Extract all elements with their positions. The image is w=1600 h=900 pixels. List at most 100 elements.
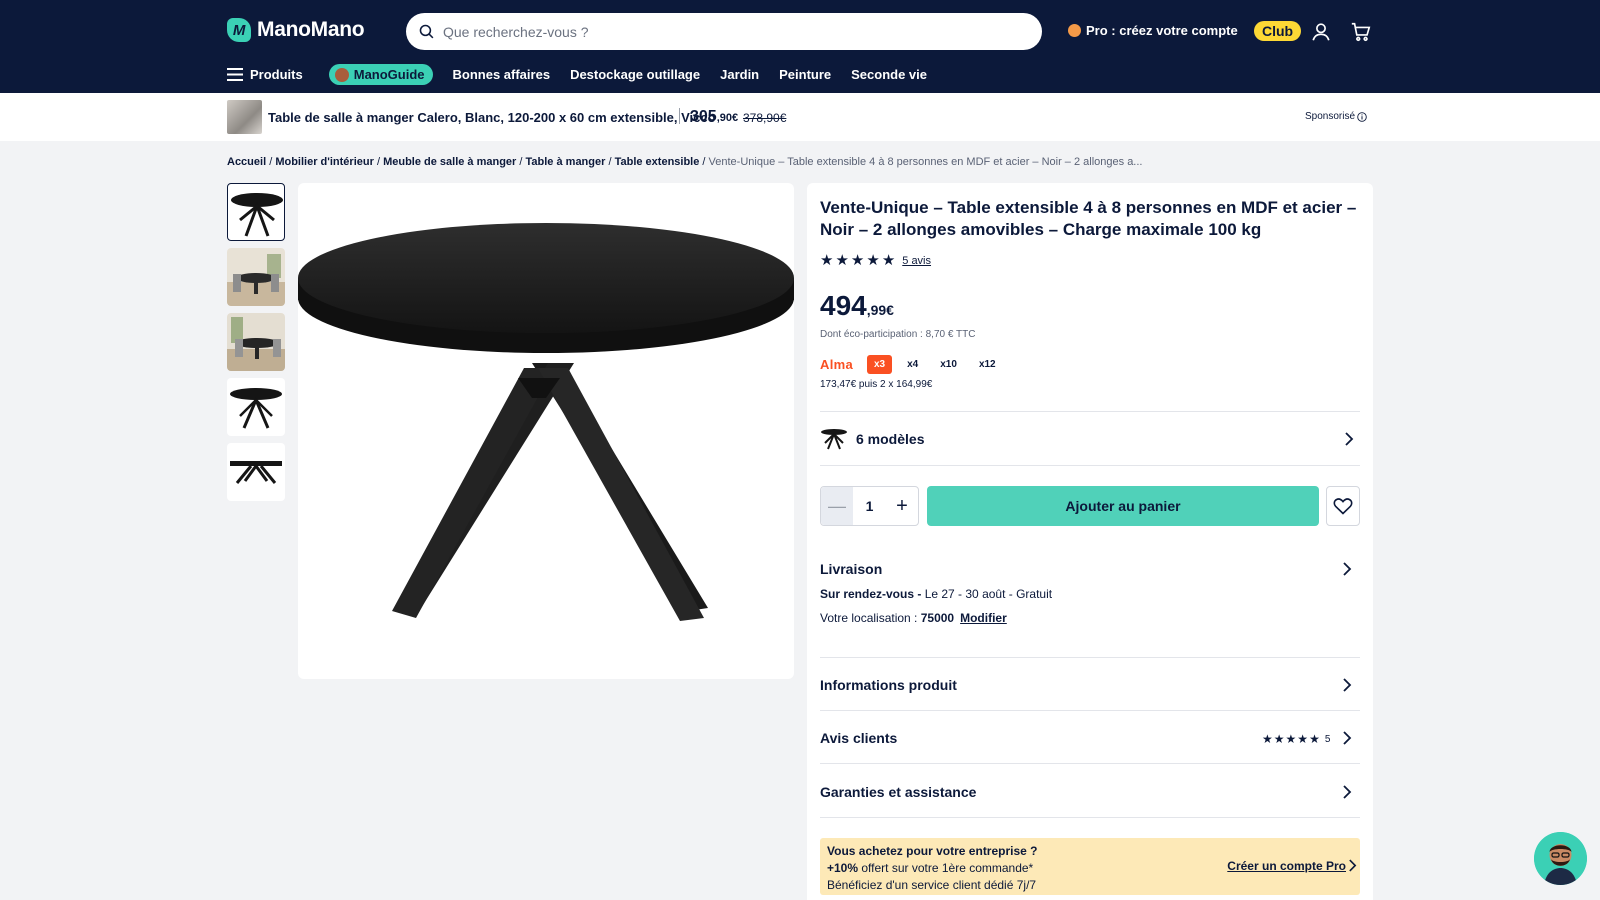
reviews-link[interactable]: 5 avis (902, 255, 931, 267)
delivery-mode: Sur rendez-vous - (820, 587, 922, 601)
info-icon (1357, 111, 1367, 122)
user-icon[interactable] (1310, 21, 1332, 43)
sponsored-price-dec: ,90€ (716, 112, 739, 124)
product-info-section[interactable]: Informations produit (820, 677, 957, 693)
divider (820, 763, 1360, 764)
star-icon: ★ (881, 252, 896, 269)
divider (820, 817, 1360, 818)
delivery-schedule: Sur rendez-vous - Le 27 - 30 août - Grat… (820, 587, 1052, 601)
product-rating[interactable]: ★ ★ ★ ★ ★ 5 avis (820, 253, 931, 268)
star-icon: ★ (866, 252, 880, 269)
installment-option-x3[interactable]: x3 (867, 355, 893, 374)
add-to-cart-button[interactable]: Ajouter au panier (927, 486, 1319, 526)
room-scene-thumbnail-image (227, 248, 285, 306)
modify-location-link[interactable]: Modifier (960, 611, 1007, 625)
breadcrumb-item[interactable]: Mobilier d'intérieur (275, 156, 374, 168)
increase-quantity-button[interactable]: + (886, 487, 918, 525)
star-icon: ★ (1297, 732, 1309, 746)
nav-item-destockage[interactable]: Destockage outillage (570, 67, 700, 82)
search-icon (419, 24, 434, 39)
breadcrumb-item[interactable]: Meuble de salle à manger (383, 156, 516, 168)
sponsored-price: 305,90€ (690, 108, 738, 126)
sponsored-title: Table de salle à manger Calero, Blanc, 1… (268, 110, 716, 125)
search-input[interactable] (443, 23, 1003, 40)
postcode: 75000 (920, 611, 955, 625)
product-title: Vente-Unique – Table extensible 4 à 8 pe… (820, 198, 1357, 239)
sponsored-label[interactable]: Sponsorisé (1305, 111, 1367, 122)
divider (820, 710, 1360, 711)
divider (820, 465, 1360, 466)
chevron-right-icon (1345, 432, 1354, 446)
delivery-dates: Le 27 - 30 août - Gratuit (921, 587, 1053, 601)
pro-promo-service: Bénéficiez d'un service client dédié 7j/… (827, 878, 1037, 892)
delivery-location: Votre localisation : 75000 Modifier (820, 611, 1007, 625)
star-icon: ★ (1309, 732, 1320, 746)
sponsored-separator (679, 108, 680, 124)
chevron-right-icon[interactable] (1342, 562, 1352, 576)
quantity-stepper[interactable]: — 1 + (820, 486, 919, 526)
divider (820, 657, 1360, 658)
products-menu-label: Produits (250, 67, 303, 82)
logo-text: ManoMano (257, 18, 365, 41)
customer-reviews-section[interactable]: Avis clients (820, 730, 897, 746)
chevron-right-icon[interactable] (1348, 859, 1357, 872)
create-pro-account-link[interactable]: Créer un compte Pro (1227, 858, 1346, 875)
nav-item-seconde-vie[interactable]: Seconde vie (851, 67, 927, 82)
club-badge[interactable]: Club (1254, 21, 1302, 41)
nav-item-bonnes-affaires[interactable]: Bonnes affaires (453, 67, 551, 82)
divider (820, 411, 1360, 412)
alma-installments: Alma x3 x4 x10 x12 (820, 355, 1007, 374)
gallery-thumbnail-4[interactable] (227, 378, 285, 436)
manomano-logo[interactable]: M ManoMano (227, 18, 365, 42)
table-model-icon (821, 429, 847, 450)
breadcrumb-item[interactable]: Table extensible (615, 156, 700, 168)
warranty-section[interactable]: Garanties et assistance (820, 784, 976, 800)
guide-avatar-icon (334, 67, 349, 82)
table-side-thumbnail-image (230, 461, 282, 484)
manoguide-link[interactable]: ManoGuide (328, 64, 433, 85)
installment-option-x10[interactable]: x10 (933, 355, 964, 374)
price-integer: 494 (820, 290, 867, 321)
chevron-right-icon[interactable] (1342, 785, 1352, 799)
add-to-wishlist-button[interactable] (1326, 486, 1360, 526)
star-icon: ★ (835, 252, 849, 269)
products-menu-button[interactable]: Produits (227, 67, 303, 82)
sponsored-label-text: Sponsorisé (1305, 111, 1356, 122)
room-scene-thumbnail-image (227, 313, 285, 371)
gallery-thumbnail-2[interactable] (227, 248, 285, 306)
sponsored-product-bar[interactable]: Table de salle à manger Calero, Blanc, 1… (0, 93, 1600, 141)
main-product-image[interactable] (298, 183, 794, 679)
star-icon: ★ (1262, 732, 1273, 746)
star-icon: ★ (820, 252, 834, 269)
table-thumbnail-image (230, 388, 282, 429)
chat-assistant-button[interactable] (1534, 832, 1587, 885)
pro-promo-percent: +10% (827, 861, 859, 875)
cart-icon[interactable] (1350, 21, 1372, 43)
gallery-thumbnail-3[interactable] (227, 313, 285, 371)
gallery-thumbnail-1[interactable] (227, 183, 285, 241)
breadcrumb-item[interactable]: Table à manger (526, 156, 606, 168)
chevron-right-icon[interactable] (1342, 731, 1352, 745)
reviews-count: 5 (1324, 733, 1331, 745)
sponsored-price-int: 305 (690, 108, 717, 125)
pro-promo-offer-text: offert sur votre 1ère commande* (858, 861, 1034, 875)
gallery-thumbnail-5[interactable] (227, 443, 285, 501)
nav-item-jardin[interactable]: Jardin (720, 67, 759, 82)
delivery-title[interactable]: Livraison (820, 561, 882, 577)
quantity-value[interactable]: 1 (853, 498, 886, 514)
installment-detail: 173,47€ puis 2 x 164,99€ (820, 379, 933, 390)
breadcrumb-item[interactable]: Accueil (227, 156, 266, 168)
decrease-quantity-button[interactable]: — (821, 487, 853, 525)
sponsored-thumbnail (227, 100, 262, 134)
location-label: Votre localisation : (820, 611, 921, 625)
star-icon: ★ (1285, 732, 1297, 746)
installment-option-x4[interactable]: x4 (900, 355, 925, 374)
installment-option-x12[interactable]: x12 (972, 355, 1003, 374)
pro-account-link[interactable]: Pro : créez votre compte (1068, 23, 1238, 38)
chevron-right-icon[interactable] (1342, 678, 1352, 692)
nav-item-peinture[interactable]: Peinture (779, 67, 831, 82)
models-selector[interactable]: 6 modèles (820, 420, 1360, 458)
menu-icon (227, 68, 243, 81)
reviews-summary: ★ ★ ★ ★ ★ 5 (1262, 732, 1330, 746)
search-bar[interactable] (406, 13, 1042, 50)
